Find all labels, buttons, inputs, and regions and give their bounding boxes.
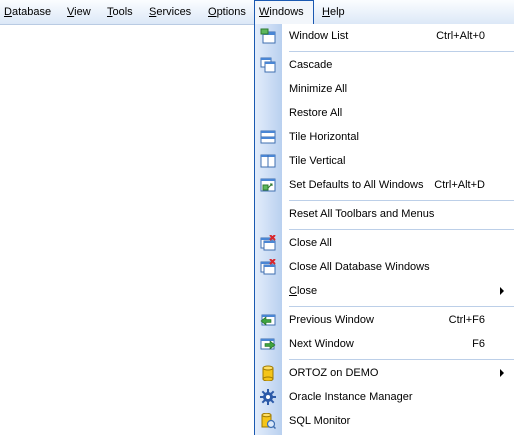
menu-item-next-window[interactable]: Next Window F6: [255, 332, 514, 356]
submenu-arrow-icon: [500, 287, 504, 295]
menu-item-tile-horizontal[interactable]: Tile Horizontal: [255, 125, 514, 149]
previous-window-icon: [260, 312, 276, 328]
tile-vertical-icon: [260, 153, 276, 169]
menu-separator: [289, 51, 514, 52]
menu-options[interactable]: Options: [206, 0, 248, 24]
close-db-windows-icon: [260, 258, 276, 275]
menu-item-oracle-instance-manager[interactable]: Oracle Instance Manager: [255, 385, 514, 409]
tile-horizontal-icon: [260, 129, 276, 145]
menu-item-ortoz-on-demo[interactable]: ORTOZ on DEMO: [255, 361, 514, 385]
menu-item-close-all-db-windows[interactable]: Close All Database Windows: [255, 255, 514, 279]
menu-item-close[interactable]: Close: [255, 279, 514, 303]
menu-item-close-all[interactable]: Close All: [255, 231, 514, 255]
menu-item-set-defaults[interactable]: Set Defaults to All Windows Ctrl+Alt+D: [255, 173, 514, 197]
gear-icon: [260, 389, 276, 405]
menu-tools[interactable]: Tools: [105, 0, 135, 24]
menu-separator: [289, 359, 514, 360]
menu-separator: [289, 229, 514, 230]
close-all-icon: [260, 234, 276, 251]
menu-help[interactable]: Help: [320, 0, 347, 24]
cascade-icon: [260, 57, 276, 73]
menu-view[interactable]: View: [65, 0, 93, 24]
menu-bar: Database View Tools Services Options Win…: [0, 0, 514, 25]
menu-separator: [289, 306, 514, 307]
menu-item-sql-monitor[interactable]: SQL Monitor: [255, 409, 514, 433]
sql-monitor-icon: [260, 412, 277, 430]
menu-separator: [289, 200, 514, 201]
menu-item-minimize-all[interactable]: Minimize All: [255, 77, 514, 101]
menu-windows[interactable]: Windows: [254, 0, 314, 24]
menu-item-reset-toolbars[interactable]: Reset All Toolbars and Menus: [255, 202, 514, 226]
submenu-arrow-icon: [500, 369, 504, 377]
menu-item-window-list[interactable]: Window List Ctrl+Alt+0: [255, 24, 514, 48]
next-window-icon: [260, 336, 276, 352]
database-icon: [260, 365, 276, 382]
windows-menu-dropdown: Window List Ctrl+Alt+0 Cascade Minimize …: [254, 24, 514, 435]
menu-database[interactable]: Database: [2, 0, 53, 24]
menu-item-previous-window[interactable]: Previous Window Ctrl+F6: [255, 308, 514, 332]
menu-item-tile-vertical[interactable]: Tile Vertical: [255, 149, 514, 173]
menu-item-restore-all[interactable]: Restore All: [255, 101, 514, 125]
window-list-icon: [260, 28, 276, 44]
set-defaults-icon: [260, 177, 276, 193]
menu-services[interactable]: Services: [147, 0, 193, 24]
menu-item-cascade[interactable]: Cascade: [255, 53, 514, 77]
